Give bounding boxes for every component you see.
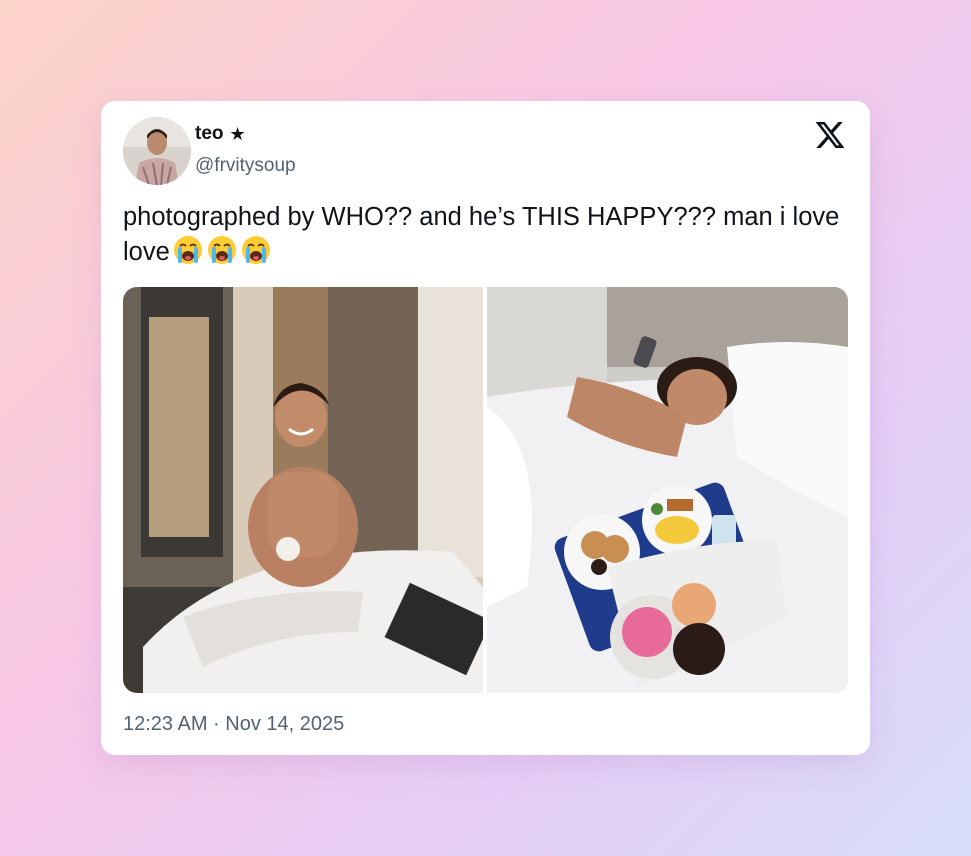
crying-face-icon [207, 236, 236, 264]
photo-breakfast-in-bed[interactable] [487, 287, 848, 693]
timestamp[interactable]: 12:23 AM · Nov 14, 2025 [123, 713, 344, 736]
user-handle[interactable]: @frvitysoup [195, 155, 296, 177]
media-grid [123, 287, 848, 693]
avatar[interactable] [123, 117, 191, 185]
photo-hotel-room-smiling[interactable] [123, 287, 483, 693]
crying-face-icon [173, 236, 202, 264]
star-icon: ★ [229, 124, 246, 144]
display-name[interactable]: teo [195, 123, 224, 145]
author-line: teo ★ [195, 123, 246, 145]
tweet-card[interactable]: teo ★ @frvitysoup photographed by WHO?? … [101, 101, 870, 755]
x-logo-icon[interactable] [814, 119, 846, 151]
crying-face-icon [241, 236, 270, 264]
tweet-text: photographed by WHO?? and he’s THIS HAPP… [123, 200, 843, 269]
